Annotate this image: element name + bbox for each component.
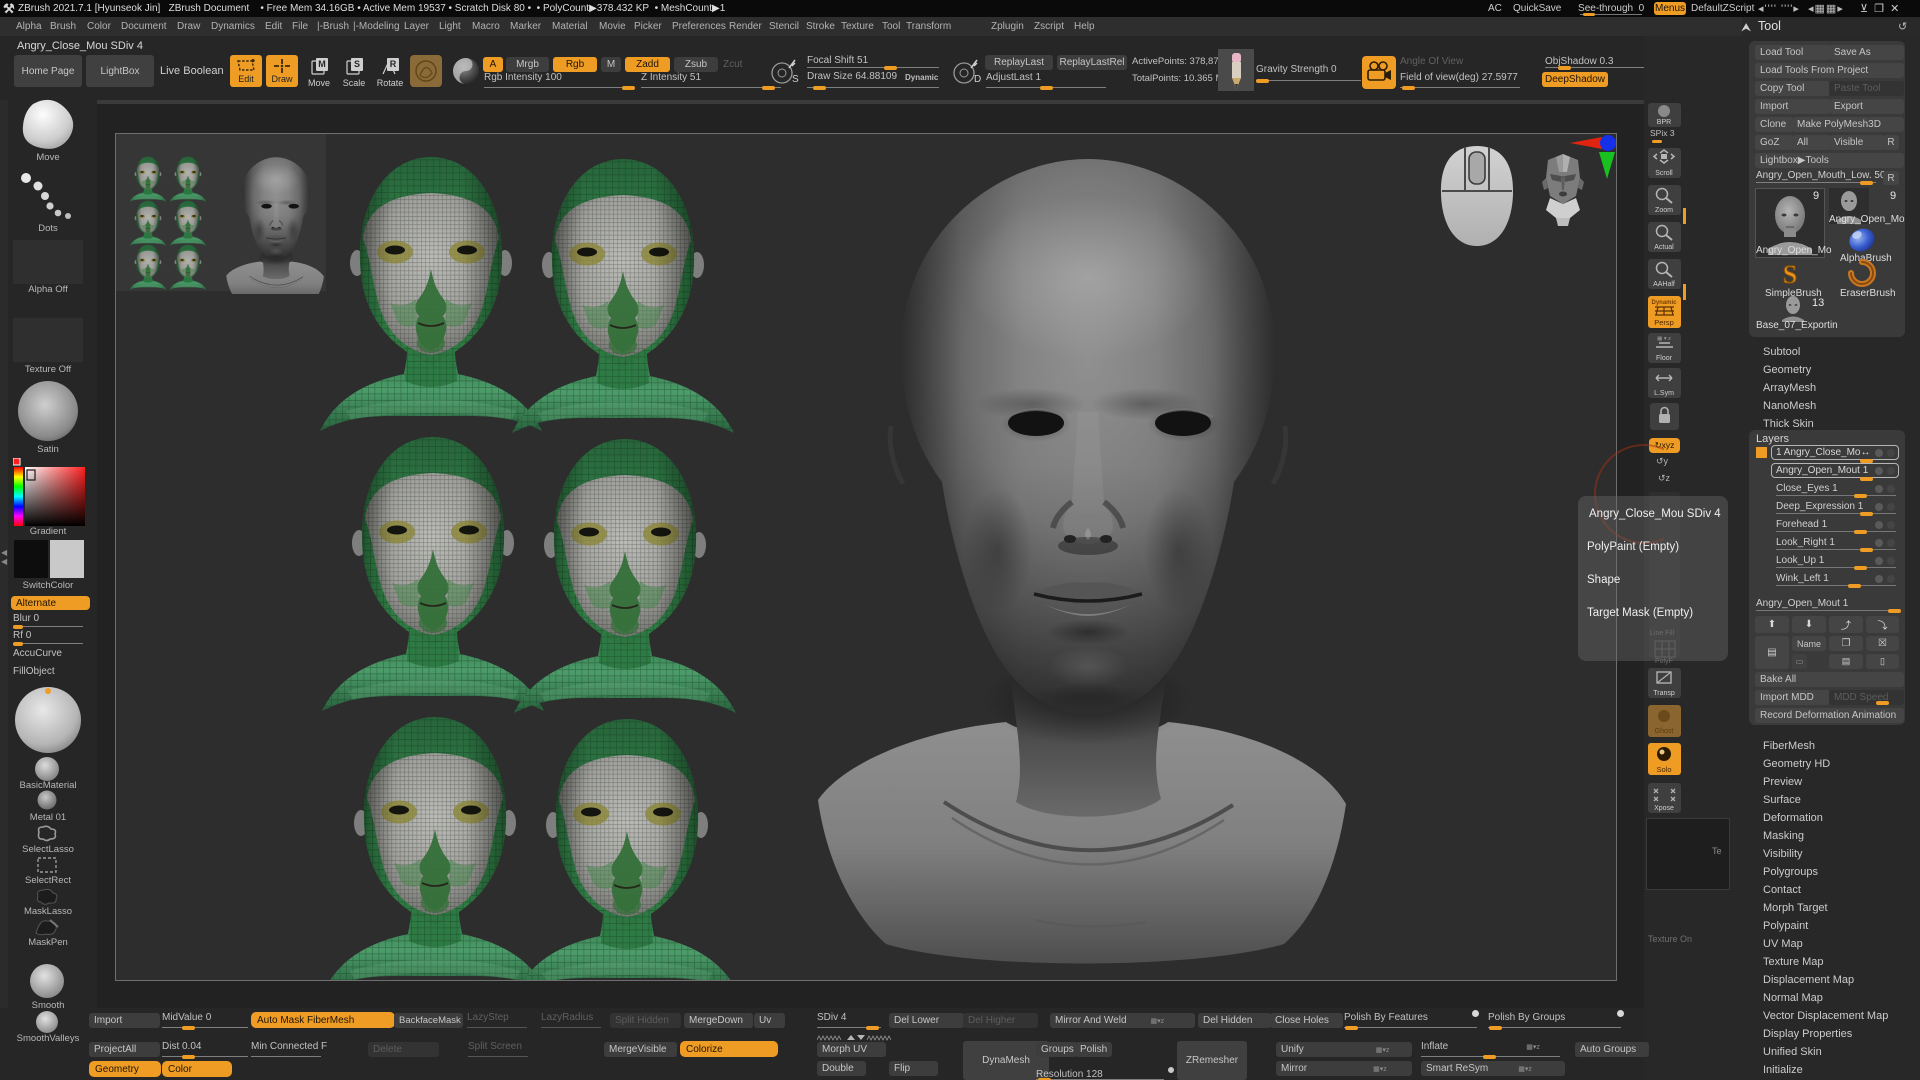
svg-text:L.Sym: L.Sym <box>1654 390 1674 397</box>
svg-text:Scroll: Scroll <box>1655 170 1673 177</box>
svg-text:Persp: Persp <box>1654 318 1674 327</box>
svg-text:BPR: BPR <box>1657 119 1671 126</box>
svg-text:Actual: Actual <box>1654 244 1674 251</box>
svg-text:R: R <box>390 59 397 69</box>
svg-text:Ghost: Ghost <box>1655 728 1674 735</box>
svg-text:AAHalf: AAHalf <box>1653 281 1675 288</box>
svg-text:Xpose: Xpose <box>1654 805 1674 812</box>
svg-text:D: D <box>974 74 981 85</box>
svg-text:S: S <box>1783 261 1797 289</box>
svg-text:S: S <box>354 59 360 69</box>
svg-text:S: S <box>792 74 799 85</box>
svg-text:Dynamic: Dynamic <box>1651 300 1677 306</box>
svg-text:M: M <box>318 59 326 69</box>
svg-text:Zoom: Zoom <box>1655 207 1673 214</box>
svg-text:Transp: Transp <box>1653 690 1675 697</box>
svg-text:Solo: Solo <box>1656 765 1671 774</box>
svg-text:Floor: Floor <box>1656 355 1673 362</box>
svg-text:▦ ▾ z: ▦ ▾ z <box>1657 336 1671 342</box>
